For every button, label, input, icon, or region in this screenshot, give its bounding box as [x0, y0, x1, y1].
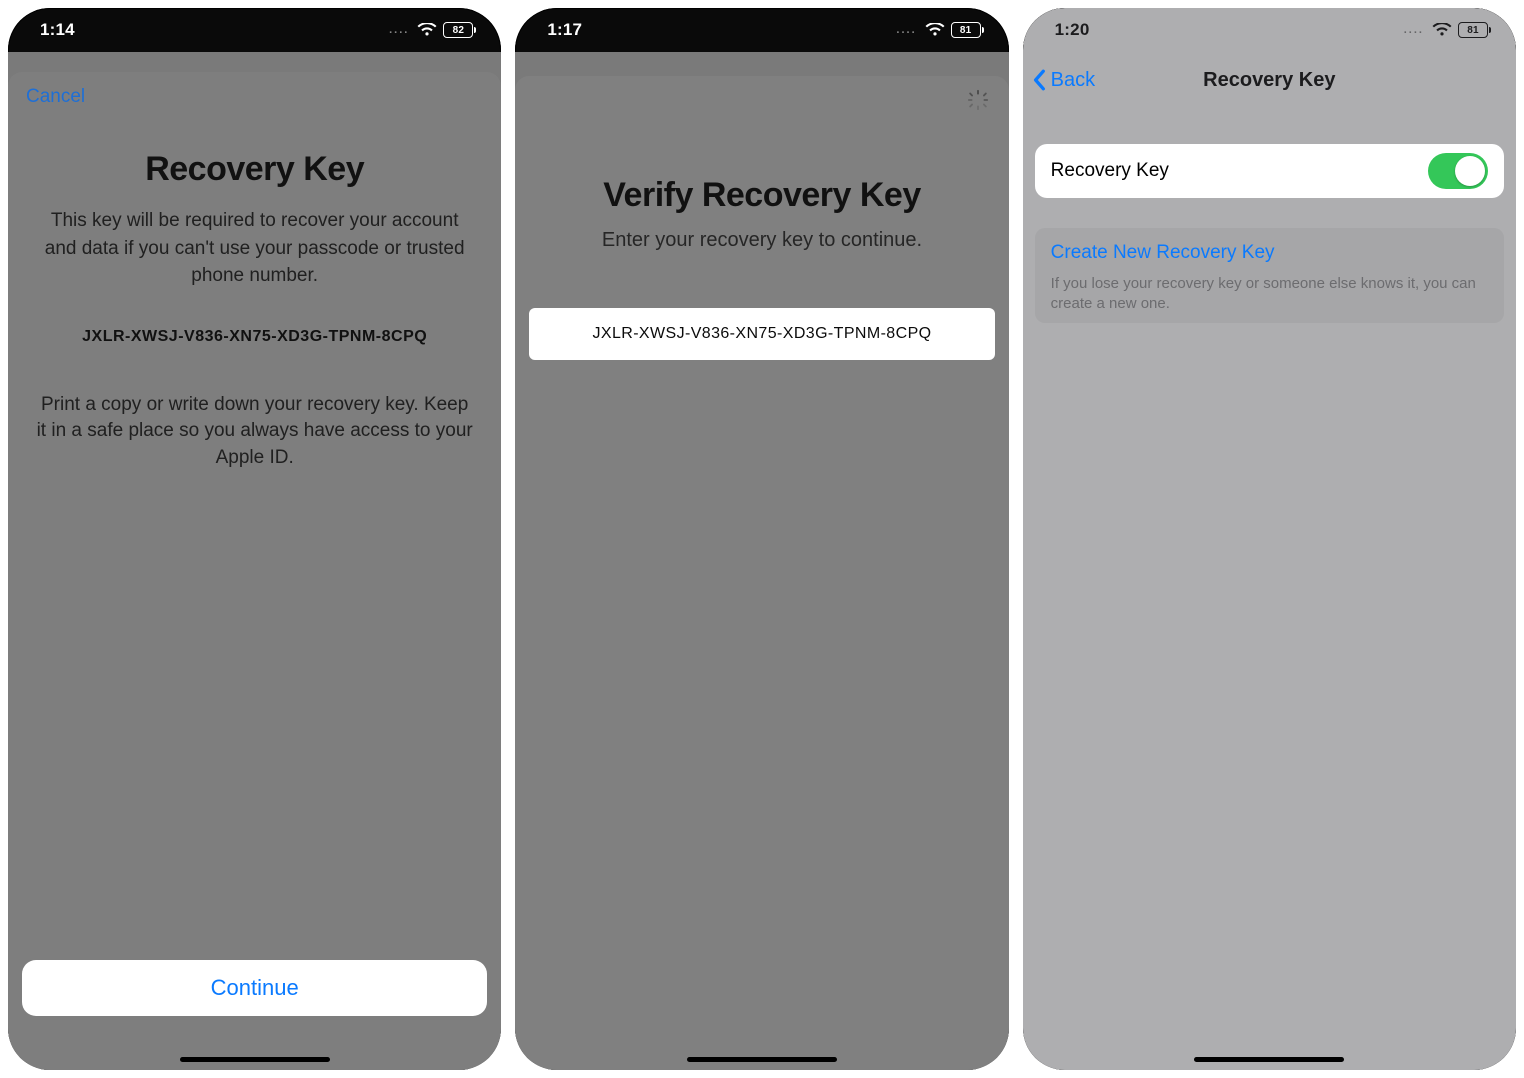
status-icons: .... 81: [896, 22, 980, 38]
status-bar: 1:14 .... 82: [8, 8, 501, 52]
nav-bar: Back Recovery Key: [1023, 52, 1516, 108]
wifi-icon: [417, 23, 437, 37]
battery-icon: 82: [443, 22, 473, 38]
page-subtitle: Enter your recovery key to continue.: [515, 229, 1008, 252]
create-new-key-row[interactable]: Create New Recovery Key If you lose your…: [1035, 228, 1504, 323]
recovery-key-input[interactable]: JXLR-XWSJ-V836-XN75-XD3G-TPNM-8CPQ: [529, 308, 994, 360]
continue-button[interactable]: Continue: [22, 960, 487, 1016]
continue-button-label: Continue: [211, 975, 299, 1001]
status-time: 1:20: [1055, 20, 1090, 40]
cellular-dots-icon: ....: [896, 24, 916, 36]
home-indicator: [8, 1057, 501, 1062]
wifi-icon: [1432, 23, 1452, 37]
cancel-button[interactable]: Cancel: [26, 86, 85, 108]
modal-card: Verify Recovery Key Enter your recovery …: [515, 76, 1008, 1070]
recovery-key-value: JXLR-XWSJ-V836-XN75-XD3G-TPNM-8CPQ: [28, 328, 481, 346]
status-bar: 1:17 .... 81: [515, 8, 1008, 52]
status-time: 1:14: [40, 20, 75, 40]
status-icons: .... 82: [389, 22, 473, 38]
back-button[interactable]: Back: [1033, 52, 1095, 108]
cellular-dots-icon: ....: [1404, 24, 1424, 36]
modal-nav: [515, 76, 1008, 124]
home-indicator: [515, 1057, 1008, 1062]
page-note: Print a copy or write down your recovery…: [28, 392, 481, 472]
modal-nav: Cancel: [8, 72, 501, 122]
battery-icon: 81: [951, 22, 981, 38]
recovery-key-input-value: JXLR-XWSJ-V836-XN75-XD3G-TPNM-8CPQ: [592, 325, 931, 343]
status-time: 1:17: [547, 20, 582, 40]
screen-verify-recovery-key: 1:17 .... 81 Verify Recovery Key Enter y…: [515, 8, 1008, 1070]
back-label: Back: [1051, 69, 1095, 92]
toggle-group: Recovery Key: [1023, 144, 1516, 198]
wifi-icon: [925, 23, 945, 37]
spinner-icon: [967, 89, 989, 111]
page-title: Verify Recovery Key: [515, 176, 1008, 215]
recovery-key-toggle-row: Recovery Key: [1035, 144, 1504, 198]
toggle-label: Recovery Key: [1051, 160, 1169, 182]
create-new-key-label: Create New Recovery Key: [1051, 242, 1275, 263]
status-icons: .... 81: [1404, 22, 1488, 38]
battery-icon: 81: [1458, 22, 1488, 38]
cellular-dots-icon: ....: [389, 24, 409, 36]
page-title: Recovery Key: [28, 150, 481, 189]
recovery-key-toggle[interactable]: [1428, 153, 1488, 189]
status-bar: 1:20 .... 81: [1023, 8, 1516, 52]
home-indicator: [1023, 1057, 1516, 1062]
screen-recovery-key-settings: 1:20 .... 81 Back Recovery Key Recovery …: [1023, 8, 1516, 1070]
create-new-key-footer: If you lose your recovery key or someone…: [1051, 274, 1488, 313]
screen-recovery-key-show: 1:14 .... 82 Cancel Recovery Key This ke…: [8, 8, 501, 1070]
page-description: This key will be required to recover you…: [28, 207, 481, 290]
nav-title: Recovery Key: [1203, 69, 1335, 92]
toggle-knob: [1455, 156, 1485, 186]
modal-card: Cancel Recovery Key This key will be req…: [8, 72, 501, 1070]
chevron-left-icon: [1033, 69, 1047, 91]
